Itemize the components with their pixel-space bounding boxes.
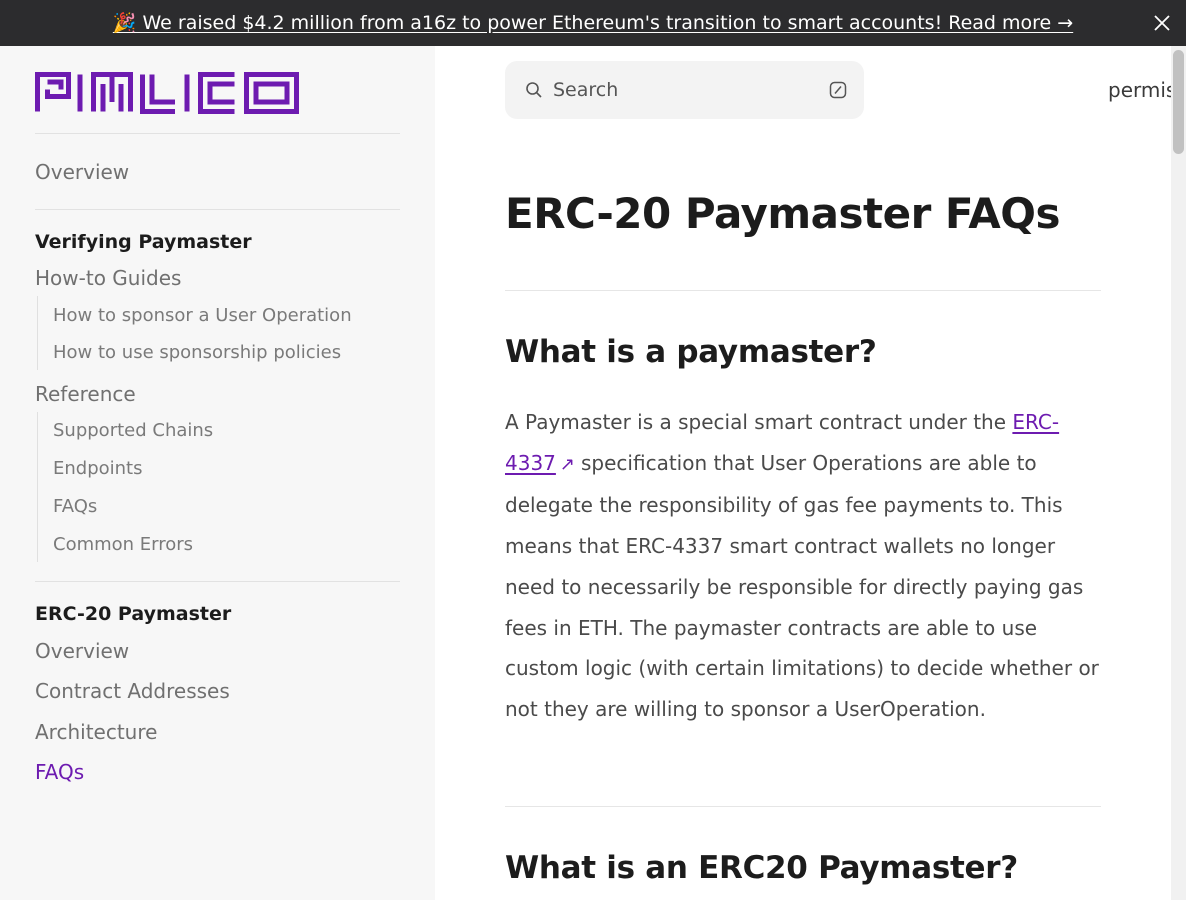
external-link-icon: ↗	[559, 453, 575, 475]
sidebar-item-erc20-overview[interactable]: Overview	[35, 639, 129, 663]
paragraph-text: A Paymaster is a special smart contract …	[505, 410, 1013, 434]
page-title: ERC-20 Paymaster FAQs	[505, 189, 1060, 238]
section-heading: What is an ERC20 Paymaster?	[505, 850, 1018, 886]
slash-key-icon	[829, 81, 847, 99]
section-heading: What is a paymaster?	[505, 334, 877, 370]
sidebar-item-architecture[interactable]: Architecture	[35, 720, 157, 744]
sidebar-section-erc20-paymaster: ERC-20 Paymaster	[35, 603, 232, 625]
announcement-banner: 🎉 We raised $4.2 million from a16z to po…	[0, 0, 1186, 46]
sidebar-item-faqs[interactable]: FAQs	[53, 495, 97, 519]
sidebar-item-erc20-faqs[interactable]: FAQs	[35, 760, 84, 784]
sidebar-group-reference[interactable]: Reference	[35, 382, 136, 406]
sidebar-item-endpoints[interactable]: Endpoints	[53, 457, 143, 481]
search-icon	[525, 81, 543, 99]
sidebar-divider	[35, 581, 400, 582]
paragraph-text: specification that User Operations are a…	[505, 450, 1099, 721]
scrollbar-thumb[interactable]	[1173, 50, 1184, 154]
sidebar-item-common-errors[interactable]: Common Errors	[53, 533, 193, 557]
main-content: Search permis ERC-20 Paymaster FAQs What…	[435, 46, 1171, 900]
sidebar-item-overview[interactable]: Overview	[35, 160, 129, 184]
scrollbar[interactable]	[1171, 46, 1186, 900]
content-divider	[505, 290, 1101, 291]
sidebar-subtree-line	[37, 296, 38, 370]
sidebar-item-sponsorship-policies[interactable]: How to use sponsorship policies	[53, 341, 341, 365]
announcement-link[interactable]: 🎉 We raised $4.2 million from a16z to po…	[0, 10, 1186, 36]
section-paragraph: A Paymaster is a special smart contract …	[505, 402, 1101, 730]
search-placeholder: Search	[553, 79, 619, 101]
sidebar-item-contract-addresses[interactable]: Contract Addresses	[35, 679, 230, 703]
search-input[interactable]: Search	[505, 61, 864, 119]
sidebar: Overview Verifying Paymaster How-to Guid…	[0, 46, 435, 900]
sidebar-subtree-line	[37, 412, 38, 562]
top-nav-link[interactable]: permis	[1108, 77, 1171, 103]
sidebar-divider	[35, 133, 400, 134]
sidebar-item-sponsor-user-operation[interactable]: How to sponsor a User Operation	[53, 304, 352, 328]
sidebar-section-verifying-paymaster: Verifying Paymaster	[35, 231, 252, 253]
sidebar-item-supported-chains[interactable]: Supported Chains	[53, 419, 213, 443]
content-divider	[505, 806, 1101, 807]
close-icon[interactable]	[1152, 13, 1172, 33]
pimlico-logo[interactable]	[35, 72, 299, 114]
sidebar-divider	[35, 209, 400, 210]
sidebar-group-how-to-guides[interactable]: How-to Guides	[35, 266, 181, 290]
